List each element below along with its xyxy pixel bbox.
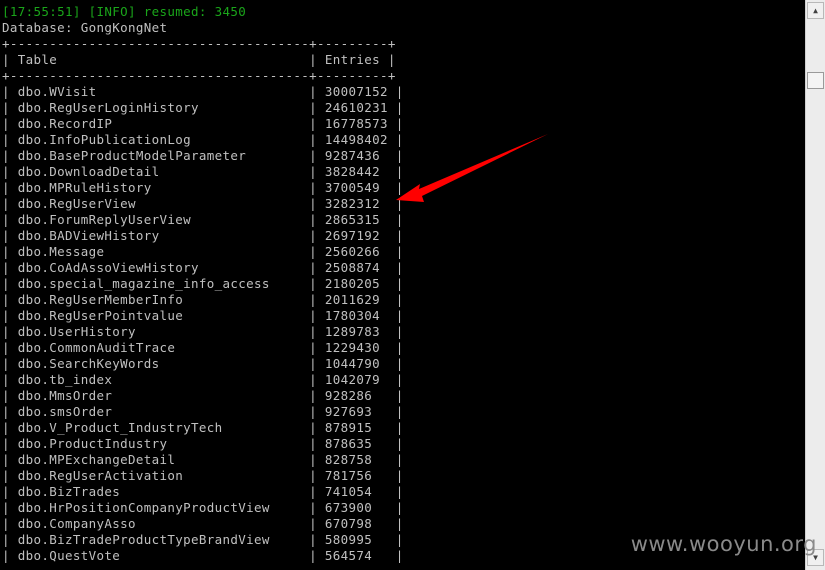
watermark: www.wooyun.org (630, 532, 817, 556)
scroll-thumb[interactable] (807, 72, 824, 89)
red-arrow-icon (396, 134, 548, 202)
scroll-up-icon[interactable]: ▲ (807, 2, 824, 19)
vertical-scrollbar[interactable]: ▲ ▼ (805, 0, 825, 570)
